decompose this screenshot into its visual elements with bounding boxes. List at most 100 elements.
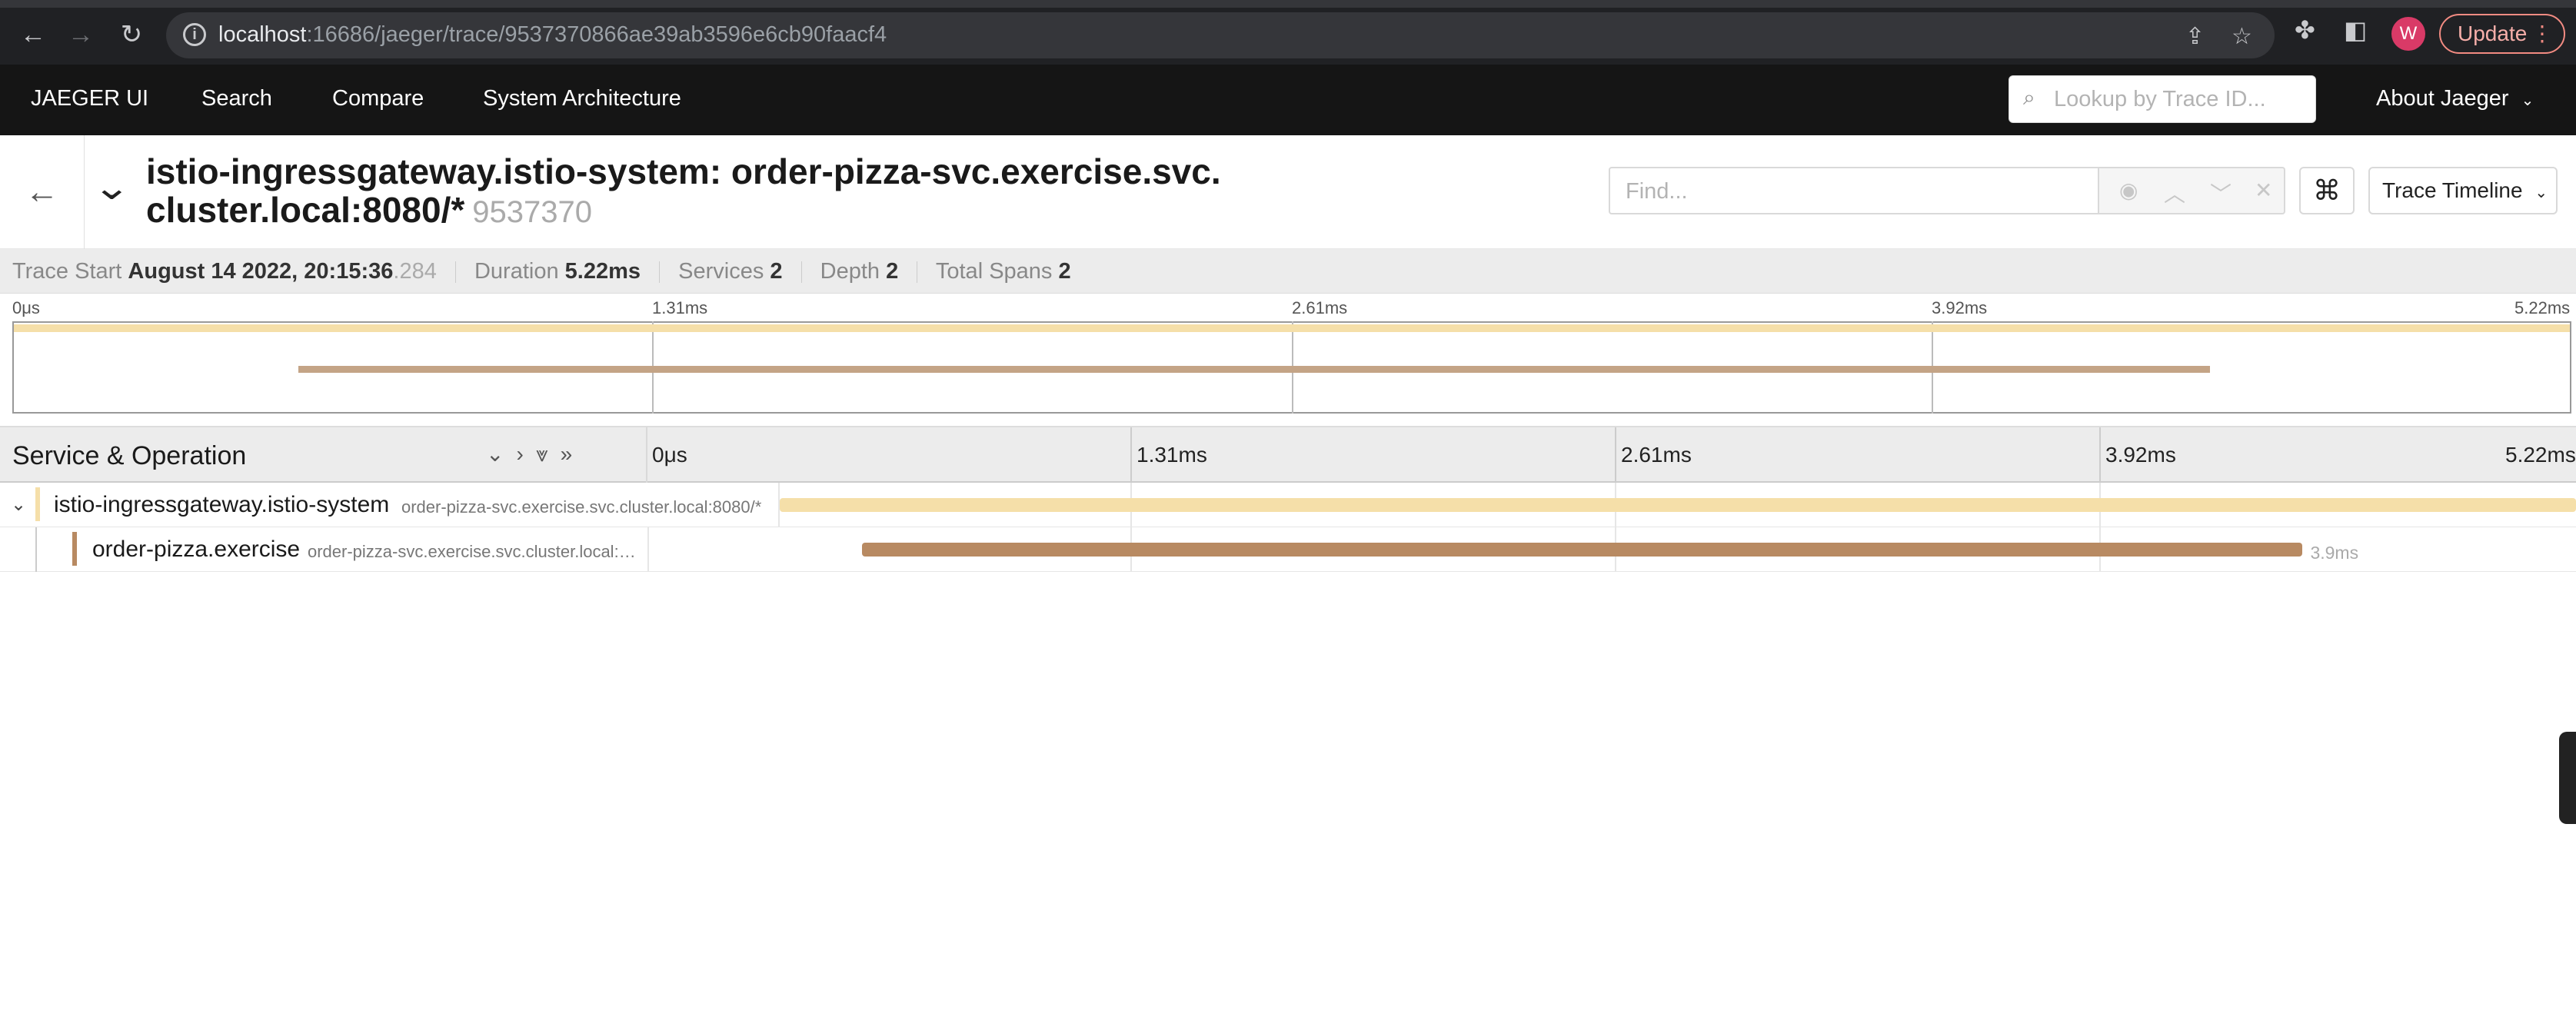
clear-search-icon[interactable]: ✕: [2255, 178, 2272, 203]
divider: [454, 261, 456, 284]
chevron-down-icon: ⌄: [2534, 184, 2548, 201]
back-to-search-button[interactable]: ←: [0, 135, 85, 249]
side-panel-icon[interactable]: ◧: [2344, 15, 2367, 45]
row-divider: [647, 527, 649, 572]
trace-page-header: ← ⌄ istio-ingressgateway.istio-system: o…: [0, 135, 2576, 249]
span-bar[interactable]: [861, 543, 2303, 557]
search-icon: ⌕: [2023, 85, 2035, 109]
forward-arrow-icon[interactable]: →: [63, 17, 98, 52]
collapse-header-chevron-icon[interactable]: ⌄: [92, 166, 131, 208]
timeline-tick: 2.61ms: [1621, 443, 1692, 467]
focus-result-icon[interactable]: ◉: [2119, 178, 2138, 203]
service-name: istio-ingressgateway.istio-system: [54, 492, 390, 517]
column-resizer[interactable]: [646, 427, 647, 484]
minimap-tick: 3.92ms: [1932, 298, 1988, 317]
trace-minimap[interactable]: 0μs 1.31ms 2.61ms 3.92ms 5.22ms: [0, 294, 2576, 426]
minimap-tick: 5.22ms: [2514, 298, 2571, 317]
divider: [659, 261, 661, 284]
span-row[interactable]: order-pizza.exercise order-pizza-svc.exe…: [0, 527, 2576, 572]
nav-system-architecture[interactable]: System Architecture: [483, 86, 681, 111]
find-input[interactable]: [1626, 176, 2079, 207]
side-drawer-handle[interactable]: [2559, 732, 2576, 824]
trace-title-line2: cluster.local:8080/*: [146, 190, 465, 230]
nav-search[interactable]: Search: [201, 86, 272, 111]
tab-strip: [0, 0, 2576, 8]
timeline-tickline: [2099, 427, 2101, 484]
about-jaeger-menu[interactable]: About Jaeger ⌄: [2376, 86, 2534, 111]
next-result-icon[interactable]: ﹀: [2210, 178, 2232, 208]
expand-one-icon[interactable]: ›: [516, 442, 535, 466]
timeline-tick: 3.92ms: [2105, 443, 2176, 467]
expand-collapse-controls: ⌄›⩔»: [486, 441, 584, 467]
depth-label: Depth: [820, 259, 880, 284]
total-spans-label: Total Spans: [935, 259, 1053, 284]
service-color-bar: [35, 487, 40, 521]
back-arrow-icon: ←: [25, 173, 59, 211]
service-operation-heading: Service & Operation: [12, 441, 247, 470]
span-bar[interactable]: [780, 498, 2576, 512]
chevron-down-icon[interactable]: ⌄: [11, 493, 26, 516]
collapse-one-icon[interactable]: ⌄: [486, 442, 516, 466]
services-label: Services: [678, 259, 764, 284]
trace-id-short: 9537370: [472, 195, 592, 229]
trace-title: istio-ingressgateway.istio-system: order…: [146, 152, 1269, 231]
browser-update-button[interactable]: Update ⋮: [2439, 14, 2565, 54]
expand-all-icon[interactable]: ⩔: [536, 442, 561, 466]
reload-icon[interactable]: ↻: [114, 17, 149, 52]
total-spans-value: 2: [1058, 259, 1071, 284]
trace-start-label: Trace Start: [12, 259, 122, 284]
trace-title-line1: istio-ingressgateway.istio-system: order…: [146, 151, 1221, 191]
timeline-header: Service & Operation ⌄›⩔» 0μs 1.31ms 2.61…: [0, 426, 2576, 484]
operation-name: order-pizza-svc.exercise.svc.cluster.loc…: [308, 542, 640, 561]
bookmark-star-icon[interactable]: ☆: [2232, 23, 2252, 50]
timeline-tickline: [1130, 427, 1132, 484]
address-bar[interactable]: i localhost:16686/jaeger/trace/953737086…: [166, 12, 2275, 58]
profile-avatar[interactable]: W: [2391, 17, 2425, 51]
view-mode-dropdown[interactable]: Trace Timeline ⌄: [2368, 167, 2558, 214]
timeline-tick: 5.22ms: [2505, 443, 2576, 467]
span-duration-label: 3.9ms: [2310, 543, 2359, 563]
divider: [800, 261, 802, 284]
timeline-tickline: [1615, 427, 1616, 484]
browser-chrome: ← → ↻ i localhost:16686/jaeger/trace/953…: [0, 0, 2576, 65]
command-icon: ⌘: [2313, 174, 2341, 206]
nav-compare[interactable]: Compare: [332, 86, 424, 111]
service-color-bar: [72, 532, 77, 566]
trace-summary-bar: Trace Start August 14 2022, 20:15:36.284…: [0, 249, 2576, 294]
find-box[interactable]: [1609, 167, 2099, 214]
keyboard-shortcuts-button[interactable]: ⌘: [2299, 167, 2355, 214]
trace-id-lookup[interactable]: ⌕: [2009, 75, 2316, 123]
service-name: order-pizza.exercise: [92, 537, 301, 562]
update-label: Update: [2458, 22, 2528, 45]
duration-value: 5.22ms: [564, 259, 641, 284]
prev-result-icon[interactable]: ︿: [2164, 178, 2185, 208]
tree-guide-line: [35, 527, 37, 572]
depth-value: 2: [886, 259, 899, 284]
extensions-puzzle-icon[interactable]: ✤: [2295, 15, 2315, 45]
minimap-tick: 2.61ms: [1292, 298, 1348, 317]
trace-start-value: August 14 2022, 20:15:36: [128, 259, 394, 284]
chevron-down-icon: ⌄: [2521, 92, 2534, 109]
span-label[interactable]: ⌄ istio-ingressgateway.istio-system orde…: [0, 483, 778, 527]
timeline-tick: 0μs: [652, 443, 687, 467]
timeline-tick: 1.31ms: [1137, 443, 1207, 467]
trace-start-ms: .284: [393, 259, 437, 284]
services-value: 2: [770, 259, 783, 284]
span-row[interactable]: ⌄ istio-ingressgateway.istio-system orde…: [0, 483, 2576, 527]
address-url[interactable]: localhost:16686/jaeger/trace/9537370866a…: [218, 22, 887, 48]
more-menu-icon[interactable]: ⋮: [2531, 15, 2553, 52]
about-jaeger-label: About Jaeger: [2376, 86, 2509, 111]
collapse-all-icon[interactable]: »: [561, 442, 585, 466]
operation-name: order-pizza-svc.exercise.svc.cluster.loc…: [401, 497, 762, 517]
back-arrow-icon[interactable]: ←: [15, 17, 51, 52]
minimap-span-bar: [14, 324, 2570, 332]
minimap-tick: 0μs: [12, 298, 40, 317]
span-label[interactable]: order-pizza.exercise order-pizza-svc.exe…: [0, 527, 647, 572]
duration-label: Duration: [474, 259, 559, 284]
brand-link[interactable]: JAEGER UI: [31, 86, 148, 111]
site-info-icon[interactable]: i: [183, 23, 206, 46]
trace-id-input[interactable]: [2054, 84, 2308, 115]
minimap-span-bar: [298, 366, 2210, 373]
jaeger-top-nav: JAEGER UI Search Compare System Architec…: [0, 65, 2576, 135]
share-icon[interactable]: ⇪: [2185, 23, 2205, 50]
